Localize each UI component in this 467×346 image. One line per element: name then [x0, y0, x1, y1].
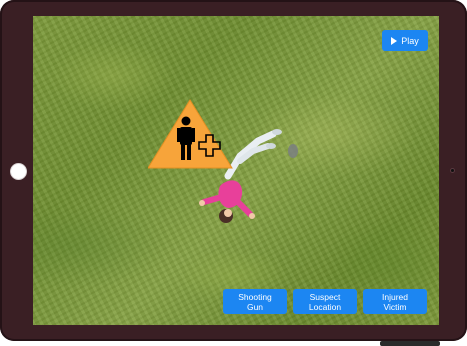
front-camera	[450, 168, 455, 173]
play-icon	[391, 36, 398, 45]
suspect-location-label-line1: Suspect	[309, 291, 341, 302]
shooting-gun-label-line2: Gun	[246, 301, 264, 312]
play-label: Play	[401, 35, 419, 46]
shooting-gun-button[interactable]: Shooting Gun	[223, 289, 287, 314]
injured-victim-label-line2: Victim	[383, 301, 407, 312]
play-button[interactable]: Play	[382, 30, 428, 51]
video-view[interactable]: Play Shooting Gun Suspect Location Injur…	[33, 16, 439, 325]
suspect-location-label-line2: Location	[308, 301, 342, 312]
home-button[interactable]	[10, 163, 27, 180]
injured-victim-button[interactable]: Injured Victim	[363, 289, 427, 314]
injured-person-warning-icon[interactable]	[148, 98, 236, 170]
device-edge	[380, 341, 440, 346]
shooting-gun-label-line1: Shooting	[238, 291, 272, 302]
suspect-location-button[interactable]: Suspect Location	[293, 289, 357, 314]
tablet-frame: Play Shooting Gun Suspect Location Injur…	[0, 0, 467, 341]
injured-victim-label-line1: Injured	[382, 291, 408, 302]
